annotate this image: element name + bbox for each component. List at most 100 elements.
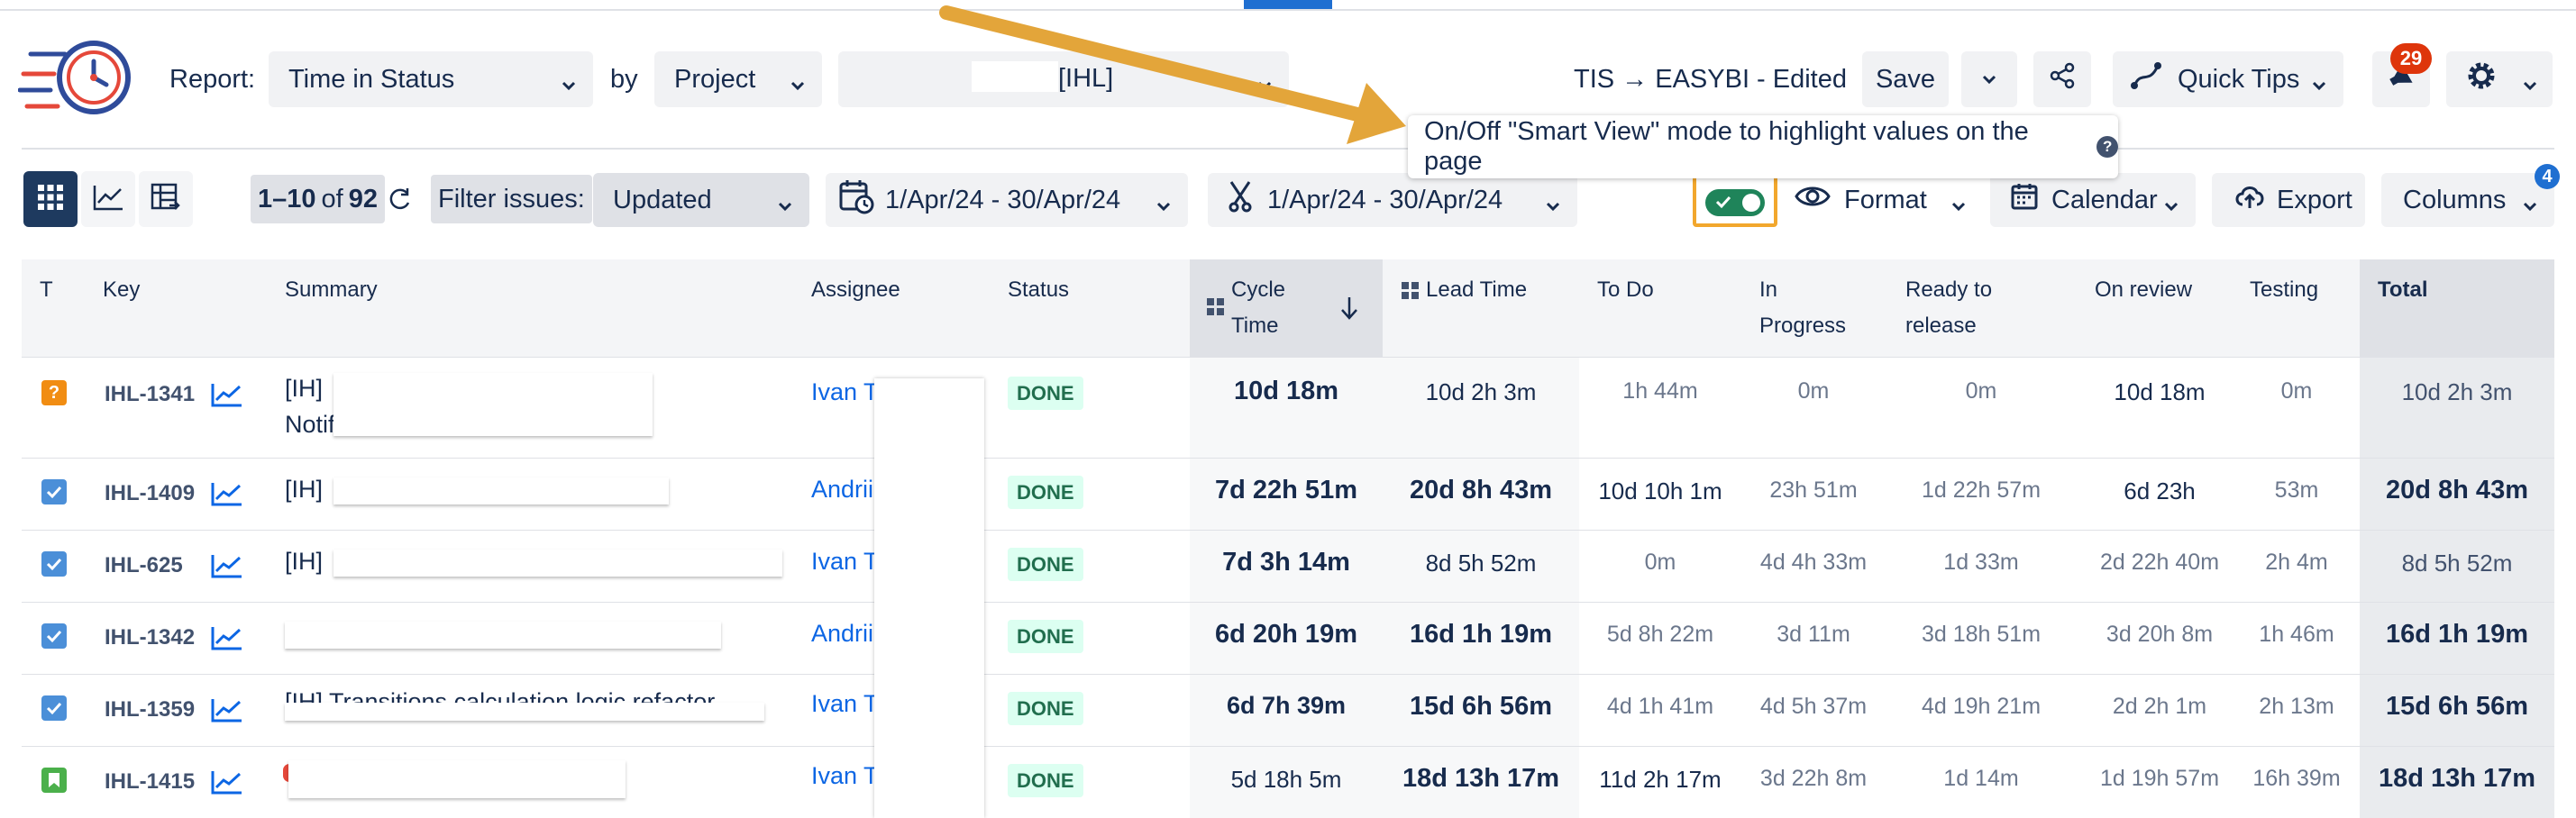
pivot-view-button[interactable] xyxy=(139,171,193,227)
by-label: by xyxy=(610,65,638,94)
lead-time-value: 15d 6h 56m xyxy=(1410,692,1552,721)
save-options-button[interactable] xyxy=(1961,51,2017,107)
testing-value: 2h 13m xyxy=(2259,694,2334,719)
col-header-in-progress-1[interactable]: In xyxy=(1759,272,1777,308)
trend-chart-icon[interactable] xyxy=(211,625,243,655)
assignee-link[interactable]: Andrii xyxy=(811,620,873,648)
lead-time-column-bg xyxy=(1383,357,1579,818)
trend-chart-icon[interactable] xyxy=(211,553,243,583)
total-value: 8d 5h 52m xyxy=(2401,550,2513,577)
col-header-assignee[interactable]: Assignee xyxy=(811,272,900,308)
assignee-link[interactable]: Ivan T xyxy=(811,762,879,790)
assignee-link[interactable]: Andrii xyxy=(811,476,873,504)
task-icon xyxy=(41,623,67,649)
col-header-summary[interactable]: Summary xyxy=(285,272,378,308)
col-header-key[interactable]: Key xyxy=(103,272,140,308)
status-badge: DONE xyxy=(1008,476,1083,509)
sort-descending-icon[interactable] xyxy=(1339,295,1359,325)
tools-date-range-picker[interactable]: 1/Apr/24 - 30/Apr/24 xyxy=(1208,173,1577,227)
chevron-down-icon xyxy=(2522,192,2538,222)
calendar-button[interactable]: Calendar xyxy=(1990,173,2196,227)
on-review-value: 10d 18m xyxy=(2114,378,2206,405)
issue-key[interactable]: IHL-1359 xyxy=(105,697,195,723)
settings-button[interactable] xyxy=(2446,51,2553,107)
on-review-value: 6d 23h xyxy=(2124,477,2196,504)
filter-issues-select[interactable]: Updated xyxy=(593,173,809,227)
col-header-lead-time[interactable]: Lead Time xyxy=(1426,272,1527,308)
lead-time-value: 18d 13h 17m xyxy=(1402,764,1560,793)
row-divider xyxy=(22,530,2554,531)
col-header-testing[interactable]: Testing xyxy=(2250,272,2318,308)
issue-key[interactable]: IHL-625 xyxy=(105,553,183,578)
issue-summary[interactable]: [IH] xyxy=(285,375,323,403)
col-header-ready-1[interactable]: Ready to xyxy=(1905,272,1992,308)
trend-chart-icon[interactable] xyxy=(211,481,243,511)
app-logo-icon xyxy=(17,34,135,128)
redaction xyxy=(285,703,764,721)
ready-to-release-value: 4d 19h 21m xyxy=(1921,694,2042,719)
export-button[interactable]: Export xyxy=(2212,173,2365,227)
columns-button[interactable]: Columns xyxy=(2381,173,2554,227)
refresh-icon[interactable] xyxy=(386,186,413,217)
chevron-down-icon xyxy=(790,71,806,101)
col-header-in-progress-2[interactable]: Progress xyxy=(1759,308,1846,344)
notifications-count-badge: 29 xyxy=(2390,43,2432,74)
col-header-to-do[interactable]: To Do xyxy=(1597,272,1654,308)
assignee-link[interactable]: Ivan T xyxy=(811,690,879,718)
on-review-value: 3d 20h 8m xyxy=(2106,622,2214,647)
trend-chart-icon[interactable] xyxy=(211,382,243,412)
to-do-value: 4d 1h 41m xyxy=(1606,694,1714,719)
trend-chart-icon[interactable] xyxy=(211,769,243,799)
chart-view-button[interactable] xyxy=(81,171,135,227)
issue-key[interactable]: IHL-1341 xyxy=(105,382,195,407)
col-header-cycle-time-2[interactable]: Time xyxy=(1231,308,1278,344)
report-title: TIS → EASYBI - Edited xyxy=(1574,65,1847,94)
format-label: Format xyxy=(1844,185,1927,214)
col-header-ready-2[interactable]: release xyxy=(1905,308,1977,344)
cycle-time-value: 5d 18h 5m xyxy=(1230,766,1342,793)
date-range-picker[interactable]: 1/Apr/24 - 30/Apr/24 xyxy=(826,173,1188,227)
issue-key[interactable]: IHL-1415 xyxy=(105,769,195,795)
redaction xyxy=(285,622,721,649)
issue-summary[interactable]: [IH] xyxy=(285,476,323,504)
report-select[interactable]: Time in Status xyxy=(269,51,593,107)
testing-value: 16h 39m xyxy=(2252,766,2341,791)
issue-key[interactable]: IHL-1342 xyxy=(105,625,195,650)
col-header-cycle-time-1[interactable]: Cycle xyxy=(1231,272,1285,308)
cycle-time-value: 7d 3h 14m xyxy=(1222,548,1350,577)
ready-to-release-value: 3d 18h 51m xyxy=(1921,622,2042,647)
col-header-on-review[interactable]: On review xyxy=(2095,272,2192,308)
issue-key[interactable]: IHL-1409 xyxy=(105,481,195,506)
drag-handle-icon[interactable] xyxy=(1206,297,1226,322)
lead-time-value: 10d 2h 3m xyxy=(1425,378,1537,405)
on-review-value: 2d 2h 1m xyxy=(2112,694,2207,719)
save-button[interactable]: Save xyxy=(1862,51,1949,107)
row-divider xyxy=(22,602,2554,603)
total-column-bg xyxy=(2360,357,2554,818)
cycle-time-column-bg xyxy=(1190,357,1383,818)
group-by-select[interactable]: Project xyxy=(654,51,822,107)
lead-time-value: 20d 8h 43m xyxy=(1410,476,1552,504)
grid-view-button[interactable] xyxy=(23,171,78,227)
assignee-link[interactable]: Ivan T xyxy=(811,378,879,406)
issue-summary[interactable]: [IH] xyxy=(285,548,323,576)
format-button[interactable]: Format xyxy=(1785,173,1983,227)
drag-handle-icon[interactable] xyxy=(1401,281,1420,305)
range-of-text: of xyxy=(321,184,343,214)
col-header-type[interactable]: T xyxy=(40,272,53,308)
help-icon[interactable]: ? xyxy=(2096,136,2118,158)
project-select[interactable]: [IHL] xyxy=(838,51,1289,107)
smart-view-toggle[interactable] xyxy=(1705,189,1765,216)
assignee-link[interactable]: Ivan T xyxy=(811,548,879,576)
share-button[interactable] xyxy=(2033,51,2091,107)
col-header-total[interactable]: Total xyxy=(2378,272,2428,308)
quick-tips-button[interactable]: Quick Tips xyxy=(2113,51,2343,107)
col-header-status[interactable]: Status xyxy=(1008,272,1069,308)
cycle-time-value: 10d 18m xyxy=(1233,377,1339,405)
status-badge: DONE xyxy=(1008,377,1083,410)
total-value: 18d 13h 17m xyxy=(2378,764,2536,793)
trend-chart-icon[interactable] xyxy=(211,697,243,727)
in-progress-value: 3d 11m xyxy=(1777,622,1850,647)
check-icon xyxy=(1714,193,1732,215)
testing-value: 53m xyxy=(2274,477,2319,503)
